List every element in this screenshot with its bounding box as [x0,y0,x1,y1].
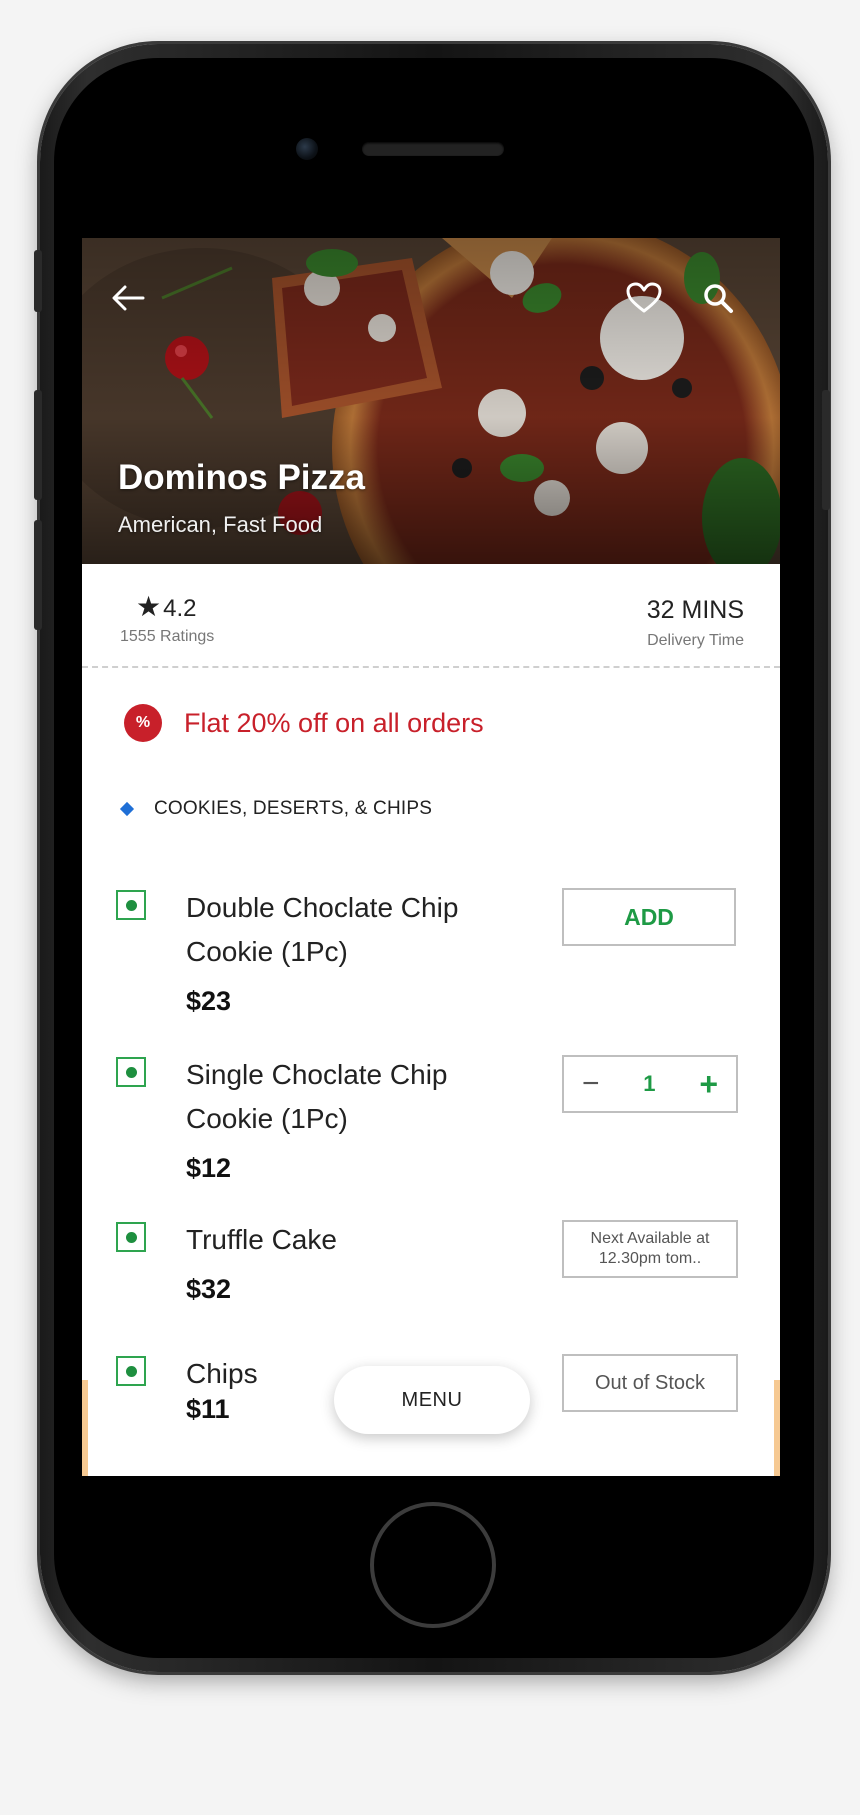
restaurant-name: Dominos Pizza [118,458,365,497]
mute-switch [34,250,42,312]
quantity-stepper: − 1 + [562,1055,738,1113]
volume-down-button [34,520,42,630]
decrement-button[interactable]: − [582,1069,600,1099]
category-header: COOKIES, DESERTS, & CHIPS [119,798,433,820]
rating: ★4.2 [136,590,196,623]
availability-status: Next Available at 12.30pm tom.. [562,1220,738,1278]
menu-button[interactable]: MENU [334,1366,530,1434]
restaurant-hero: Dominos Pizza American, Fast Food [82,238,780,564]
veg-icon [116,890,146,920]
earpiece-speaker [362,142,504,156]
star-icon: ★ [136,591,162,622]
diamond-icon [119,801,135,817]
veg-icon [116,1057,146,1087]
item-price: $11 [186,1394,230,1424]
out-of-stock-status: Out of Stock [562,1354,738,1412]
power-button [822,390,830,510]
add-button[interactable]: ADD [562,888,736,946]
back-button[interactable] [108,278,148,318]
search-button[interactable] [698,278,738,318]
favorite-button[interactable] [624,278,664,318]
item-price: $12 [186,1153,232,1183]
back-arrow-icon [112,285,145,311]
search-icon [704,284,733,313]
delivery-time: 32 MINS [646,596,744,624]
front-camera [296,138,318,160]
edge-tint-left [82,1380,88,1476]
heart-icon [626,282,662,313]
restaurant-cuisine: American, Fast Food [118,512,323,537]
delivery-time-label: Delivery Time [647,632,744,649]
offer-text: Flat 20% off on all orders [184,707,484,738]
item-name: Double Choclate Chip Cookie (1Pc) [186,892,459,967]
offer-banner[interactable]: % Flat 20% off on all orders [124,704,484,742]
edge-tint-right [774,1380,780,1476]
rating-value: 4.2 [163,595,197,622]
app-screen: Dominos Pizza American, Fast Food ★4.2 1… [82,238,780,1476]
discount-badge-icon: % [124,704,162,742]
item-name: Truffle Cake [186,1224,337,1255]
veg-icon [116,1356,146,1386]
item-price: $23 [186,986,232,1016]
category-label: COOKIES, DESERTS, & CHIPS [154,798,433,819]
quantity-value: 1 [643,1071,656,1096]
item-price: $32 [186,1274,232,1304]
restaurant-stats: ★4.2 1555 Ratings 32 MINS Delivery Time [82,564,780,668]
rating-count: 1555 Ratings [120,628,215,645]
item-name: Single Choclate Chip Cookie (1Pc) [186,1059,448,1134]
volume-up-button [34,390,42,500]
veg-icon [116,1222,146,1252]
home-button[interactable] [370,1502,496,1628]
increment-button[interactable]: + [699,1068,718,1100]
